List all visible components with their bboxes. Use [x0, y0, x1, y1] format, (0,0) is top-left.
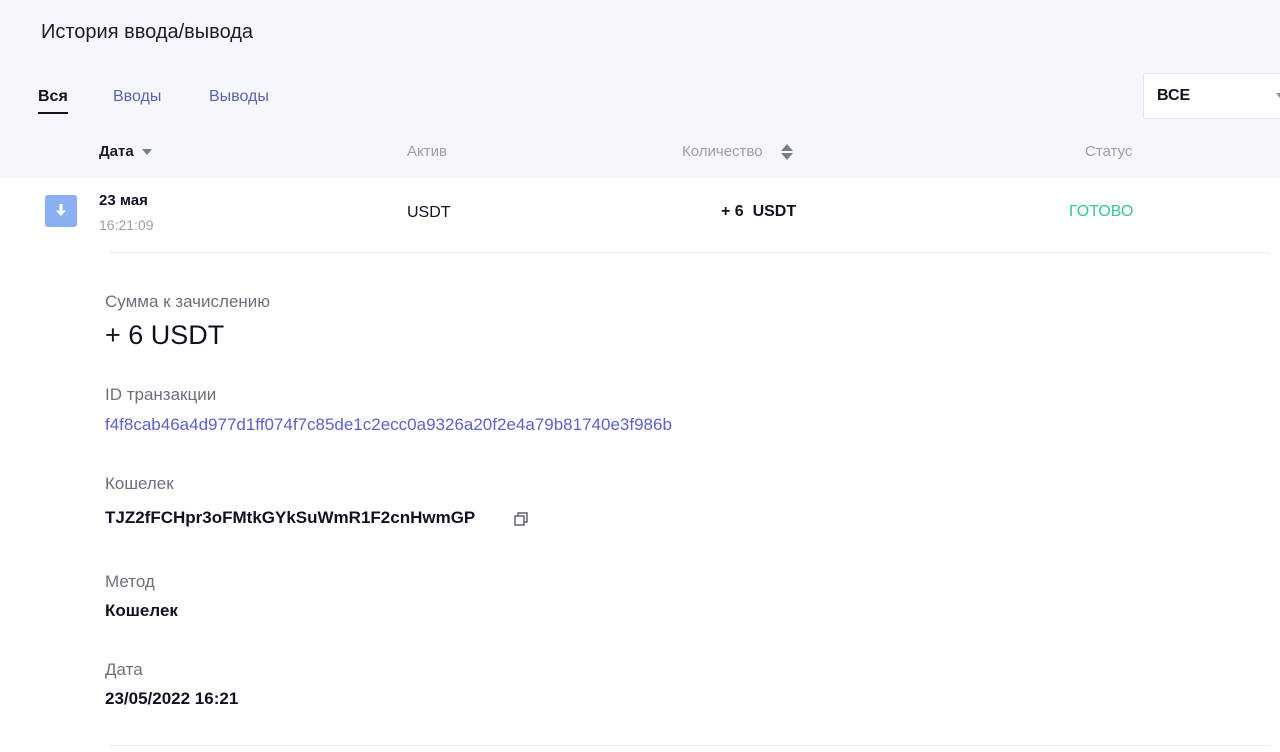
wallet-address: TJZ2fFCHpr3oFMtkGYkSuWmR1F2cnHwmGP	[105, 508, 476, 527]
txid-label: ID транзакции	[105, 385, 217, 404]
method-label: Метод	[105, 572, 155, 591]
row-asset: USDT	[407, 204, 451, 221]
filter-selected-value: ВСЕ	[1157, 87, 1191, 104]
column-header-date[interactable]: Дата	[99, 143, 152, 161]
method-value: Кошелек	[105, 601, 178, 620]
chevron-down-icon	[1276, 93, 1280, 98]
amount-label: Сумма к зачислению	[105, 292, 271, 311]
amount-value: + 6 USDT	[105, 320, 225, 350]
status-badge: ГОТОВО	[1069, 203, 1134, 220]
column-header-asset: Актив	[407, 143, 447, 160]
tab-all[interactable]: Вся	[38, 86, 68, 114]
sort-desc-icon	[141, 149, 152, 156]
page-title: История ввода/вывода	[41, 21, 254, 43]
row-date: 23 мая	[99, 192, 148, 209]
row-time: 16:21:09	[99, 217, 154, 233]
row-divider	[110, 252, 1270, 253]
copy-icon[interactable]	[514, 512, 528, 526]
wallet-label: Кошелек	[105, 474, 174, 493]
txid-link[interactable]: f4f8cab46a4d977d1ff074f7c85de1c2ecc0a932…	[105, 415, 672, 435]
column-header-date-label: Дата	[99, 143, 134, 160]
deposit-type-badge	[45, 195, 77, 227]
column-header-status: Статус	[1085, 143, 1133, 160]
asset-filter-select[interactable]: ВСЕ	[1143, 73, 1280, 119]
arrow-down-icon	[56, 204, 66, 216]
sort-toggle-icon[interactable]	[781, 144, 793, 160]
detail-date-label: Дата	[105, 660, 143, 679]
detail-date-value: 23/05/2022 16:21	[105, 689, 239, 708]
column-header-quantity[interactable]: Количество	[682, 143, 763, 161]
tab-withdrawals[interactable]: Выводы	[209, 86, 269, 108]
row-quantity: + 6 USDT	[721, 203, 797, 220]
tab-deposits[interactable]: Вводы	[113, 86, 161, 108]
section-divider	[110, 745, 1270, 746]
